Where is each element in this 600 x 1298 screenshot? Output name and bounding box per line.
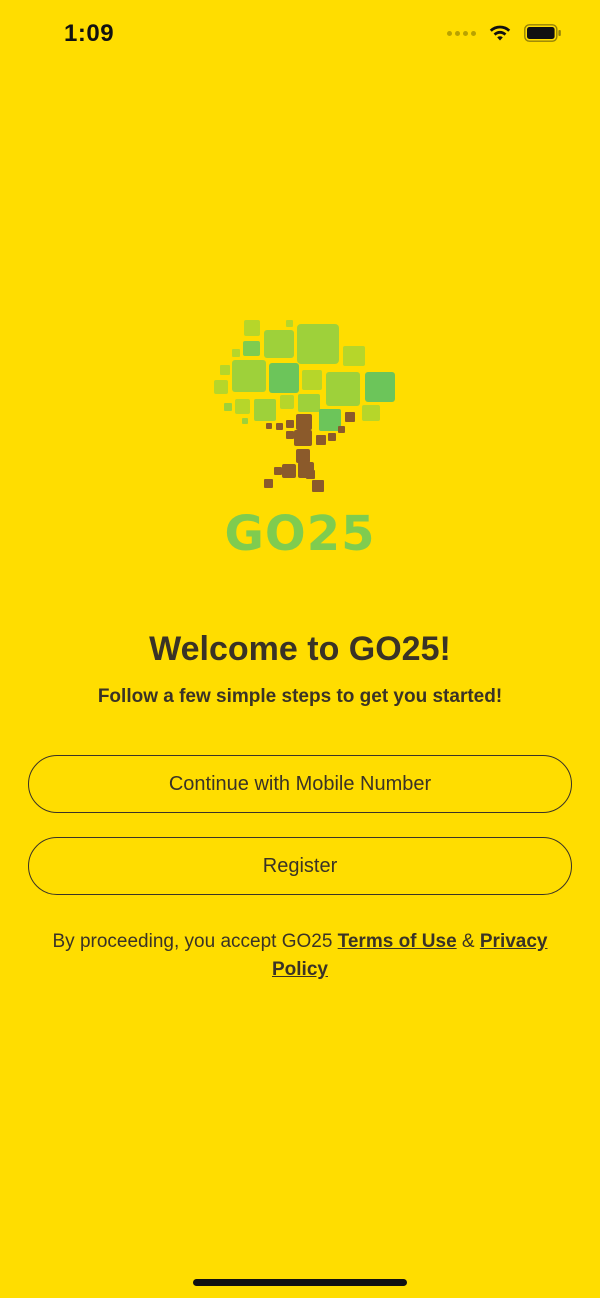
legal-joiner: & bbox=[456, 931, 480, 952]
continue-with-mobile-button[interactable]: Continue with Mobile Number bbox=[28, 755, 572, 813]
terms-of-use-link[interactable]: Terms of Use bbox=[338, 931, 457, 952]
welcome-subtitle: Follow a few simple steps to get you sta… bbox=[97, 686, 503, 707]
tree-logo-icon bbox=[214, 320, 395, 492]
register-button[interactable]: Register bbox=[28, 837, 572, 895]
wifi-icon bbox=[489, 25, 511, 41]
legal-text: By proceeding, you accept GO25 Terms of … bbox=[30, 928, 570, 984]
status-time: 1:09 bbox=[64, 20, 115, 47]
battery-icon bbox=[524, 24, 561, 42]
status-bar: 1:09 bbox=[0, 0, 600, 70]
legal-prefix: By proceeding, you accept GO25 bbox=[52, 931, 338, 952]
cellular-signal-icon bbox=[447, 30, 476, 36]
status-icons bbox=[447, 24, 562, 42]
go25-logo: GO25 bbox=[200, 310, 400, 570]
home-indicator[interactable] bbox=[193, 1279, 407, 1286]
welcome-title: Welcome to GO25! bbox=[149, 630, 451, 668]
go25-wordmark: GO25 bbox=[224, 506, 376, 562]
